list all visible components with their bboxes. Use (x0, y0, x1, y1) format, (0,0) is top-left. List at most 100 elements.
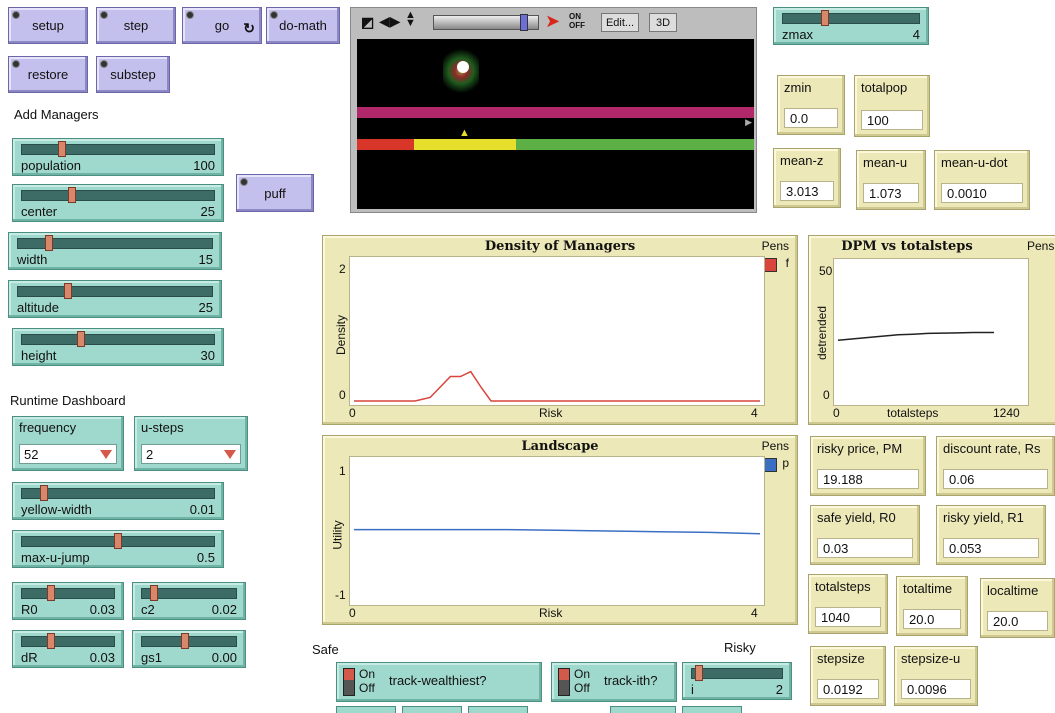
slider-value: 0.00 (211, 650, 237, 665)
edit-button[interactable]: Edit... (601, 13, 639, 32)
restore-button[interactable]: restore (8, 56, 88, 93)
monitor-label: totalsteps (815, 579, 871, 594)
u-steps-chooser[interactable]: u-steps 2 (134, 416, 248, 471)
slider-knob[interactable] (821, 10, 829, 26)
slider-knob[interactable] (46, 633, 55, 649)
world-view: ◩ ◀▶ ▲ ▼ ➤ ON OFF Edit... 3D ▶ ▲ (350, 7, 757, 213)
pen-name: p (782, 456, 789, 470)
speed-slider-track[interactable] (433, 14, 539, 31)
slider-knob[interactable] (67, 187, 76, 203)
y-axis-label: Density (334, 314, 349, 356)
band-arrow-icon: ▶ (745, 117, 752, 127)
plot-area (349, 256, 765, 406)
frequency-chooser[interactable]: frequency 52 (12, 416, 124, 471)
totalpop-monitor: totalpop 100 (854, 75, 930, 137)
red-segment (357, 139, 414, 150)
yellow-segment (414, 139, 516, 150)
R0-slider[interactable]: R0 0.03 (12, 582, 124, 620)
3d-button[interactable]: 3D (649, 13, 677, 32)
slider-knob[interactable] (58, 141, 67, 157)
slider-label: zmax (782, 27, 814, 42)
y-tick-min: 0 (823, 388, 830, 402)
monitor-value: 0.0 (784, 108, 838, 128)
monitor-label: stepsize (817, 651, 865, 666)
do-math-button[interactable]: do-math (266, 7, 340, 44)
switch-on-label: On (574, 667, 591, 681)
plot-svg (837, 331, 994, 342)
center-slider[interactable]: center 25 (12, 184, 224, 222)
slider-knob[interactable] (39, 485, 48, 501)
y-axis-label: Utility (330, 520, 345, 550)
monitor-label: risky price, PM (817, 441, 903, 456)
slider-label: gs1 (141, 650, 162, 665)
button-indicator-icon (100, 60, 108, 68)
play-arrow-icon[interactable]: ➤ (545, 11, 560, 32)
width-slider[interactable]: width 15 (8, 232, 222, 270)
slider-knob[interactable] (45, 235, 54, 251)
slider-knob[interactable] (76, 331, 85, 347)
partial-widget[interactable] (468, 706, 528, 713)
partial-widget[interactable] (336, 706, 396, 713)
button-indicator-icon (270, 11, 278, 19)
gs1-slider[interactable]: gs1 0.00 (132, 630, 246, 668)
slider-label: yellow-width (21, 502, 92, 517)
partial-widget[interactable] (610, 706, 676, 713)
slider-track (782, 13, 920, 24)
chooser-value[interactable]: 52 (19, 444, 117, 464)
mean-z-monitor: mean-z 3.013 (773, 148, 841, 208)
x-tick-min: 0 (349, 406, 356, 420)
slider-knob[interactable] (64, 283, 72, 299)
max-u-jump-slider[interactable]: max-u-jump 0.5 (12, 530, 224, 568)
c2-slider[interactable]: c2 0.02 (132, 582, 246, 620)
slider-knob[interactable] (695, 665, 704, 681)
slider-knob[interactable] (46, 585, 55, 601)
plot-title: Landscape (521, 439, 599, 454)
slider-track (21, 488, 215, 499)
population-slider[interactable]: population 100 (12, 138, 224, 176)
track-ith-switch[interactable]: On Off track-ith? (551, 662, 677, 702)
world-canvas[interactable]: ▶ ▲ (357, 39, 754, 209)
go-button[interactable]: go ↻ (182, 7, 262, 44)
partial-widget[interactable] (402, 706, 462, 713)
slider-label: population (21, 158, 81, 173)
vertical-arrows-icon[interactable]: ▲ ▼ (405, 10, 416, 29)
dR-slider[interactable]: dR 0.03 (12, 630, 124, 668)
substep-button[interactable]: substep (96, 56, 170, 93)
restore-button-label: restore (27, 67, 69, 82)
zmax-slider[interactable]: zmax 4 (773, 7, 929, 45)
slider-value: 0.01 (189, 502, 215, 517)
horizontal-arrows-icon[interactable]: ◀▶ (379, 13, 401, 30)
chooser-label: u-steps (141, 420, 184, 435)
dropdown-arrow-icon (224, 450, 236, 459)
monitor-label: mean-u (863, 155, 908, 170)
height-slider[interactable]: height 30 (12, 328, 224, 366)
white-dot (457, 61, 469, 73)
speed-slider-knob[interactable] (520, 14, 529, 31)
monitor-value: 0.053 (943, 538, 1039, 558)
i-slider[interactable]: i2 (682, 662, 792, 700)
slider-label: i (691, 682, 694, 697)
track-wealthiest-switch[interactable]: On Off track-wealthiest? (336, 662, 542, 702)
step-button[interactable]: step (96, 7, 176, 44)
switch-knob[interactable] (559, 669, 569, 680)
switch-knob[interactable] (344, 669, 354, 680)
x-axis-label: totalsteps (887, 406, 939, 420)
x-tick-max: 1240 (993, 406, 1020, 420)
puff-button[interactable]: puff (236, 174, 314, 212)
monitor-value: 1.073 (863, 183, 919, 203)
slider-track (21, 588, 115, 599)
slider-knob[interactable] (114, 533, 122, 549)
view-updates-toggle[interactable]: ON OFF (569, 12, 585, 30)
slider-knob[interactable] (180, 633, 189, 649)
slider-value: 100 (193, 158, 215, 173)
partial-widget[interactable] (682, 706, 742, 713)
zoom-icon[interactable]: ◩ (361, 14, 374, 31)
button-indicator-icon (12, 11, 20, 19)
slider-knob[interactable] (149, 585, 158, 601)
yellow-width-slider[interactable]: yellow-width 0.01 (12, 482, 224, 520)
chooser-value[interactable]: 2 (141, 444, 241, 464)
view-updates-off-label: OFF (569, 21, 585, 30)
altitude-slider[interactable]: altitude 25 (8, 280, 222, 318)
setup-button[interactable]: setup (8, 7, 88, 44)
monitor-label: mean-z (780, 153, 824, 168)
